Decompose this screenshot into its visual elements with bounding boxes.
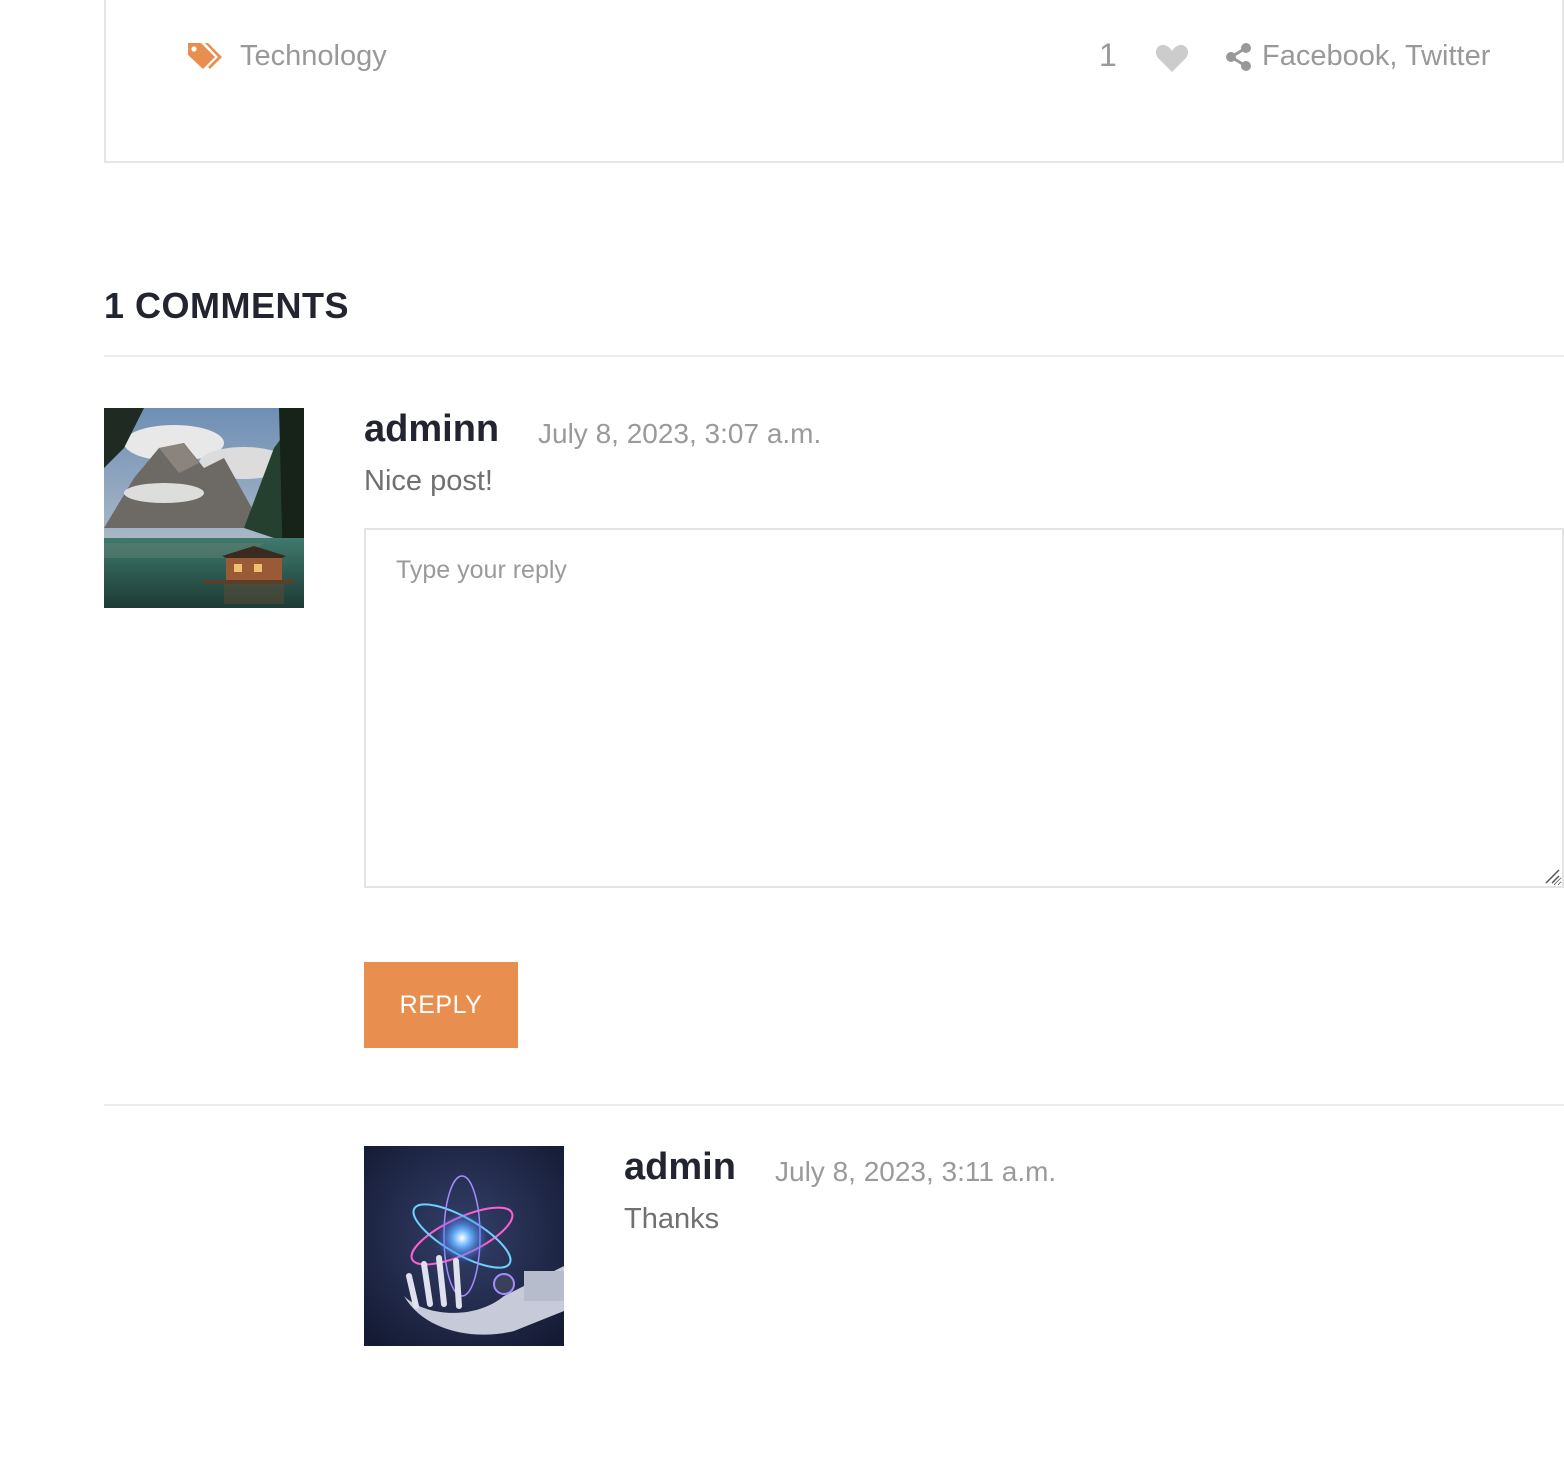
share-icon <box>1226 43 1251 71</box>
mountain-lake-cabin-image <box>104 408 304 608</box>
resize-handle-icon[interactable] <box>1544 868 1560 884</box>
comments-page: Technology 1 Facebook, Twitter 1 COMMENT… <box>0 0 1564 1460</box>
tags-icon <box>188 43 222 69</box>
comment-author: adminn <box>364 408 500 450</box>
share-links: Facebook, Twitter <box>1262 40 1490 73</box>
comment-date: July 8, 2023, 3:11 a.m. <box>775 1156 1057 1187</box>
comment-text: Thanks <box>624 1203 720 1235</box>
post-tag-link[interactable]: Technology <box>240 40 387 73</box>
comment-date: July 8, 2023, 3:07 a.m. <box>538 418 822 449</box>
share-separator: , <box>1389 40 1405 72</box>
share-facebook-link[interactable]: Facebook <box>1262 40 1389 72</box>
comment-text: Nice post! <box>364 465 493 497</box>
comments-title: 1 COMMENTS <box>104 285 350 326</box>
reply-textarea[interactable] <box>364 528 1564 888</box>
reply-button[interactable]: REPLY <box>364 962 518 1048</box>
post-meta-bar: Technology 1 Facebook, Twitter <box>104 0 1564 163</box>
avatar <box>364 1146 564 1346</box>
comment-author: admin <box>624 1146 736 1188</box>
share-twitter-link[interactable]: Twitter <box>1405 40 1490 72</box>
comments-divider <box>104 355 1564 357</box>
comment-divider <box>104 1104 1564 1106</box>
like-count: 1 <box>1099 37 1117 73</box>
robot-hand-atom-image <box>364 1146 564 1346</box>
avatar <box>104 408 304 608</box>
heart-icon[interactable] <box>1155 43 1189 73</box>
